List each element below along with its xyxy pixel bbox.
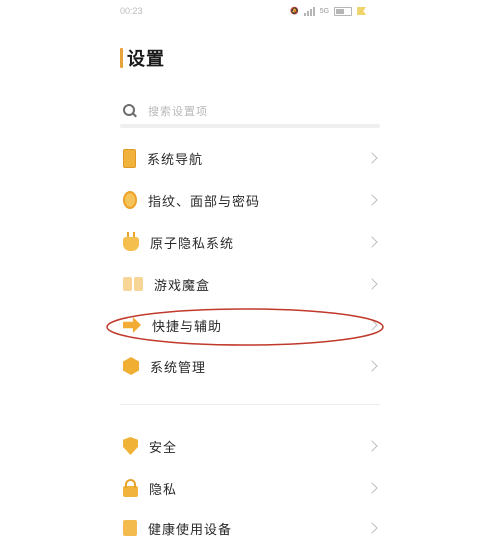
chevron-right-icon [366,440,378,452]
menu-item-security[interactable]: 安全 [120,428,380,464]
status-time: 00:23 [120,6,143,16]
page-title-wrap: 设置 [120,46,165,70]
menu-item-label: 快捷与辅助 [152,319,223,335]
chevron-right-icon [366,278,378,290]
battery-icon [334,6,353,16]
fingerprint-icon [123,191,137,209]
menu-item-system-management[interactable]: 系统管理 [120,348,380,384]
shield-icon [123,437,138,455]
search-icon [123,104,137,118]
search-underline [120,124,380,128]
menu-item-label: 系统管理 [150,360,207,376]
menu-item-fingerprint-face-password[interactable]: 指纹、面部与密码 [120,182,380,218]
menu-item-label: 健康使用设备 [148,522,233,538]
search-placeholder: 搜索设置项 [148,105,208,118]
menu-item-label: 原子隐私系统 [150,236,235,252]
menu-item-privacy[interactable]: 隐私 [120,470,380,506]
menu-item-label: 隐私 [149,482,178,498]
system-hexagon-icon [123,357,139,375]
flag-icon [357,7,367,15]
menu-item-label: 安全 [149,440,178,456]
search-bar[interactable]: 搜索设置项 [120,97,380,125]
chevron-right-icon [366,236,378,248]
page-title: 设置 [127,49,165,70]
status-icons: 🔕 5G [290,4,367,18]
network-label: 5G [319,7,330,15]
menu-item-system-navigation[interactable]: 系统导航 [120,140,380,176]
menu-item-healthy-device-usage[interactable]: 健康使用设备 [120,510,380,546]
shortcut-arrow-icon [123,317,141,333]
menu-item-label: 指纹、面部与密码 [148,194,261,210]
section-divider [120,404,380,405]
chevron-right-icon [366,152,378,164]
settings-screen: 00:23 🔕 5G 设置 搜索设置项 系统导航 指纹、面部与密码 原子隐私系统… [0,0,500,538]
menu-item-shortcuts-accessibility[interactable]: 快捷与辅助 [120,307,380,343]
menu-item-atom-privacy[interactable]: 原子隐私系统 [120,224,380,260]
chevron-right-icon [366,360,378,372]
chevron-right-icon [366,319,378,331]
game-box-icon [123,277,143,291]
menu-item-label: 系统导航 [147,152,204,168]
atom-privacy-icon [123,232,139,251]
phone-icon [123,148,136,168]
signal-icon [303,6,315,16]
menu-item-label: 游戏魔盒 [154,278,211,294]
chevron-right-icon [366,482,378,494]
title-accent-bar [120,48,123,68]
chevron-right-icon [366,194,378,206]
lock-icon [123,479,138,497]
menu-item-game-box[interactable]: 游戏魔盒 [120,266,380,302]
notification-icon: 🔕 [290,8,299,15]
health-icon [123,520,137,536]
